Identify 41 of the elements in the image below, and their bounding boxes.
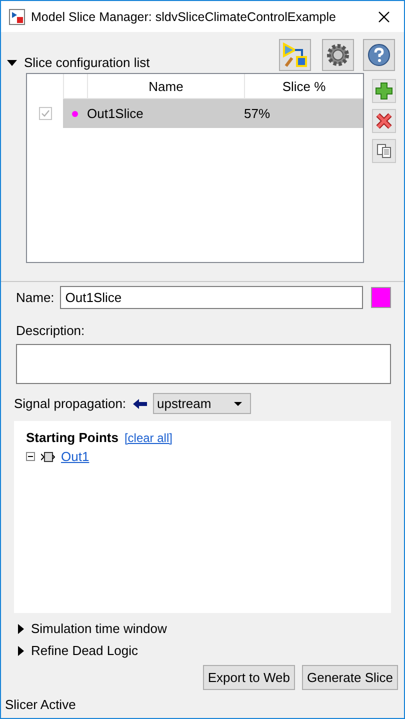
- help-button[interactable]: [363, 39, 395, 71]
- action-button[interactable]: Export to Web: [202, 665, 295, 690]
- close-icon[interactable]: [378, 10, 390, 22]
- close-icon: [375, 112, 393, 130]
- app-icon: [9, 8, 25, 24]
- add-button[interactable]: [372, 79, 396, 103]
- collapse-icon[interactable]: [26, 452, 35, 461]
- field-label: Description:: [16, 323, 86, 338]
- copy-button[interactable]: [372, 139, 396, 163]
- window-title: Model Slice Manager: sldvSliceClimateControlExample: [31, 10, 337, 24]
- settings-button[interactable]: [322, 39, 354, 71]
- action-button[interactable]: Generate Slice: [302, 665, 398, 690]
- slice-highlight-button[interactable]: [279, 39, 311, 71]
- caret-icon[interactable]: [18, 646, 24, 656]
- plus-icon: [375, 82, 393, 100]
- table-cell: 57%: [244, 106, 270, 121]
- panel-title: Starting Points: [26, 430, 118, 445]
- clear-all-link[interactable]: [clear all]: [124, 431, 172, 445]
- field-label: Signal propagation:: [14, 396, 126, 411]
- section-title[interactable]: Refine Dead Logic: [31, 643, 138, 658]
- section-title[interactable]: Slice configuration list: [24, 55, 150, 70]
- status-text: Slicer Active: [4, 696, 77, 712]
- section-title[interactable]: Simulation time window: [31, 621, 167, 636]
- copy-icon: [376, 143, 392, 159]
- caret-icon[interactable]: [7, 60, 17, 66]
- port-block-icon: [41, 452, 55, 462]
- description-field[interactable]: [16, 344, 391, 384]
- block-link[interactable]: Out1: [61, 449, 90, 464]
- delete-button[interactable]: [372, 109, 396, 133]
- block-diagram-icon: [282, 42, 308, 68]
- table-row[interactable]: Out1Slice 57%: [27, 99, 363, 128]
- caret-icon[interactable]: [18, 624, 24, 634]
- left-arrow-icon: [133, 398, 148, 408]
- field-label: Name:: [16, 290, 54, 305]
- table-cell: Out1Slice: [87, 106, 144, 121]
- propagation-dropdown[interactable]: upstream: [153, 393, 252, 414]
- help-icon: [367, 43, 391, 67]
- color-swatch[interactable]: [371, 287, 391, 308]
- checkbox[interactable]: [38, 107, 52, 120]
- settings-icon: [326, 43, 350, 67]
- name-field[interactable]: Out1Slice: [60, 286, 363, 309]
